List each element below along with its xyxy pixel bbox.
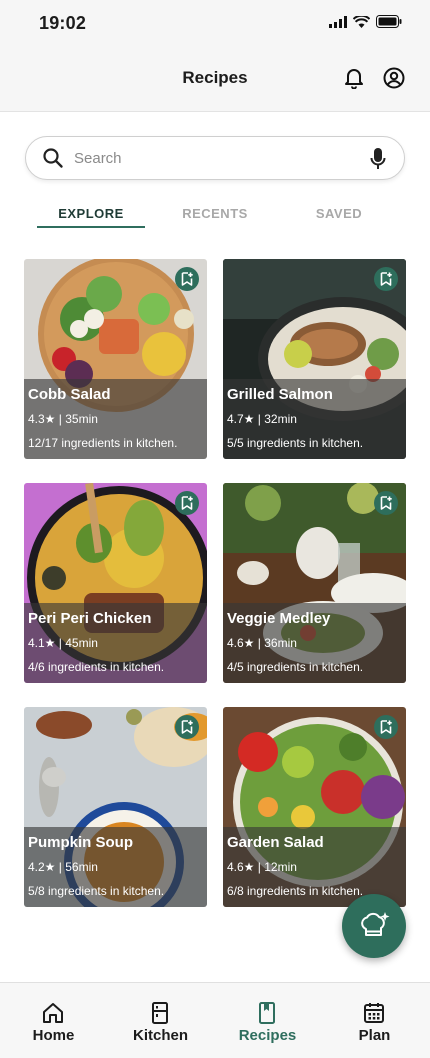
bookmark-button[interactable] xyxy=(374,491,398,515)
profile-button[interactable] xyxy=(382,66,406,90)
nav-label: Recipes xyxy=(238,1027,297,1044)
recipe-meta: 4.1★ | 45min xyxy=(28,636,98,650)
tab-explore[interactable]: EXPLORE xyxy=(37,206,145,221)
bookmark-button[interactable] xyxy=(374,715,398,739)
bell-icon xyxy=(345,69,363,89)
search-icon xyxy=(43,148,63,168)
recipe-ingredients: 4/6 ingredients in kitchen. xyxy=(28,660,165,674)
recipe-meta: 4.6★ | 36min xyxy=(227,636,297,650)
recipe-meta: 4.3★ | 35min xyxy=(28,412,98,426)
home-icon xyxy=(41,1001,65,1025)
bookmark-add-icon xyxy=(380,496,392,510)
search-bar[interactable] xyxy=(25,136,405,180)
recipe-ingredients: 6/8 ingredients in kitchen. xyxy=(227,884,364,898)
nav-label: Plan xyxy=(358,1027,391,1044)
recipe-ingredients: 5/5 ingredients in kitchen. xyxy=(227,436,364,450)
bookmark-button[interactable] xyxy=(175,491,199,515)
nav-home[interactable]: Home xyxy=(0,983,107,1058)
recipe-card[interactable]: Garden Salad 4.6★ | 12min 6/8 ingredient… xyxy=(223,707,406,907)
bottom-navigation: Home Kitchen Recipes Plan xyxy=(0,982,430,1058)
microphone-icon[interactable] xyxy=(370,147,386,171)
recipe-card[interactable]: Grilled Salmon 4.7★ | 32min 5/5 ingredie… xyxy=(223,259,406,459)
nav-kitchen[interactable]: Kitchen xyxy=(107,983,214,1058)
signal-icon xyxy=(329,15,347,28)
bookmark-add-icon xyxy=(181,272,193,286)
tab-recents[interactable]: RECENTS xyxy=(161,206,269,221)
recipe-title: Pumpkin Soup xyxy=(28,834,133,851)
bookmark-add-icon xyxy=(181,496,193,510)
status-time: 19:02 xyxy=(39,13,87,33)
tab-active-indicator xyxy=(37,226,145,228)
nav-recipes[interactable]: Recipes xyxy=(214,983,321,1058)
calendar-icon xyxy=(362,1001,386,1025)
recipe-title: Peri Peri Chicken xyxy=(28,610,152,627)
nav-plan[interactable]: Plan xyxy=(321,983,428,1058)
bookmark-add-icon xyxy=(380,720,392,734)
chef-hat-sparkle-icon xyxy=(361,912,390,936)
wifi-icon xyxy=(353,15,370,28)
recipe-title: Grilled Salmon xyxy=(227,386,333,403)
bookmark-button[interactable] xyxy=(175,715,199,739)
bookmark-button[interactable] xyxy=(374,267,398,291)
recipe-tabs: EXPLORE RECENTS SAVED xyxy=(0,206,430,230)
chef-assistant-button[interactable] xyxy=(342,894,406,958)
nav-label: Home xyxy=(32,1027,75,1044)
recipe-card[interactable]: Pumpkin Soup 4.2★ | 56min 5/8 ingredient… xyxy=(24,707,207,907)
recipe-title: Garden Salad xyxy=(227,834,324,851)
status-icons xyxy=(329,15,402,28)
recipe-card[interactable]: Cobb Salad 4.3★ | 35min 12/17 ingredient… xyxy=(24,259,207,459)
book-icon xyxy=(255,1001,279,1025)
tab-saved[interactable]: SAVED xyxy=(285,206,393,221)
app-header: 19:02 Recipes xyxy=(0,0,430,112)
fridge-icon xyxy=(148,1001,172,1025)
recipe-meta: 4.2★ | 56min xyxy=(28,860,98,874)
recipe-title: Cobb Salad xyxy=(28,386,111,403)
recipe-ingredients: 4/5 ingredients in kitchen. xyxy=(227,660,364,674)
nav-label: Kitchen xyxy=(132,1027,188,1044)
recipe-card[interactable]: Peri Peri Chicken 4.1★ | 45min 4/6 ingre… xyxy=(24,483,207,683)
battery-icon xyxy=(376,15,402,28)
recipe-meta: 4.6★ | 12min xyxy=(227,860,297,874)
bookmark-button[interactable] xyxy=(175,267,199,291)
recipe-ingredients: 5/8 ingredients in kitchen. xyxy=(28,884,165,898)
bookmark-add-icon xyxy=(380,272,392,286)
recipe-ingredients: 12/17 ingredients in kitchen. xyxy=(28,436,178,450)
recipe-title: Veggie Medley xyxy=(227,610,331,627)
recipe-meta: 4.7★ | 32min xyxy=(227,412,297,426)
account-icon xyxy=(383,67,405,89)
notifications-button[interactable] xyxy=(342,66,366,90)
search-input[interactable] xyxy=(74,145,354,171)
bookmark-add-icon xyxy=(181,720,193,734)
recipe-card[interactable]: Veggie Medley 4.6★ | 36min 4/5 ingredien… xyxy=(223,483,406,683)
